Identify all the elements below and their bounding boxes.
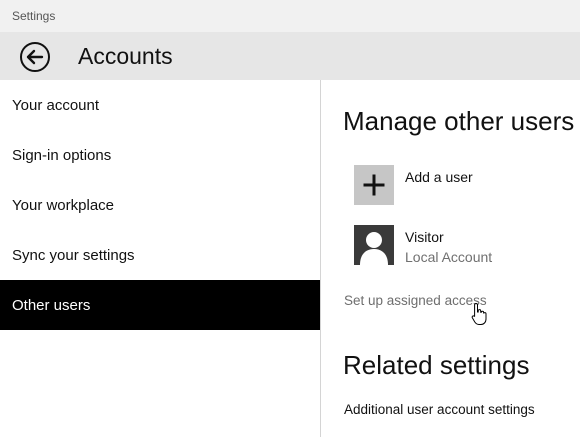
window-title: Settings <box>12 9 56 23</box>
add-user-label: Add a user <box>405 169 473 185</box>
sidebar-item-label: Sign-in options <box>12 147 112 164</box>
plus-icon <box>363 174 385 196</box>
related-settings-title: Related settings <box>343 350 530 380</box>
page-header: Accounts <box>0 32 580 80</box>
sidebar-item-label: Your workplace <box>12 197 115 214</box>
manage-users-title: Manage other users <box>343 106 575 136</box>
sidebar-nav: Your account Sign-in options Your workpl… <box>0 80 320 437</box>
sidebar-item-sync-your-settings[interactable]: Sync your settings <box>0 230 320 280</box>
hand-cursor-icon <box>471 302 487 325</box>
sidebar-item-label: Your account <box>12 97 100 114</box>
sidebar-item-label: Sync your settings <box>12 247 135 264</box>
person-silhouette-icon <box>360 232 388 265</box>
back-arrow-circle-icon <box>20 42 50 72</box>
user-account-type: Local Account <box>405 249 493 265</box>
sidebar-item-sign-in-options[interactable]: Sign-in options <box>0 130 320 180</box>
add-user-tile <box>354 165 394 205</box>
back-button[interactable] <box>19 41 51 73</box>
page-title: Accounts <box>78 43 173 69</box>
avatar <box>354 225 394 265</box>
window-titlebar: Settings <box>0 0 580 32</box>
user-item-visitor[interactable]: Visitor Local Account <box>354 225 574 267</box>
sidebar-item-label: Other users <box>12 297 91 314</box>
set-up-assigned-access-link[interactable]: Set up assigned access <box>344 293 487 308</box>
sidebar-item-other-users[interactable]: Other users <box>0 280 320 330</box>
sidebar-item-your-account[interactable]: Your account <box>0 80 320 130</box>
add-user-button[interactable]: Add a user <box>354 165 574 207</box>
additional-user-account-settings-link[interactable]: Additional user account settings <box>344 402 535 417</box>
user-name: Visitor <box>405 229 444 245</box>
main-content: Manage other users Add a user Visitor Lo… <box>321 80 580 437</box>
sidebar-item-your-workplace[interactable]: Your workplace <box>0 180 320 230</box>
